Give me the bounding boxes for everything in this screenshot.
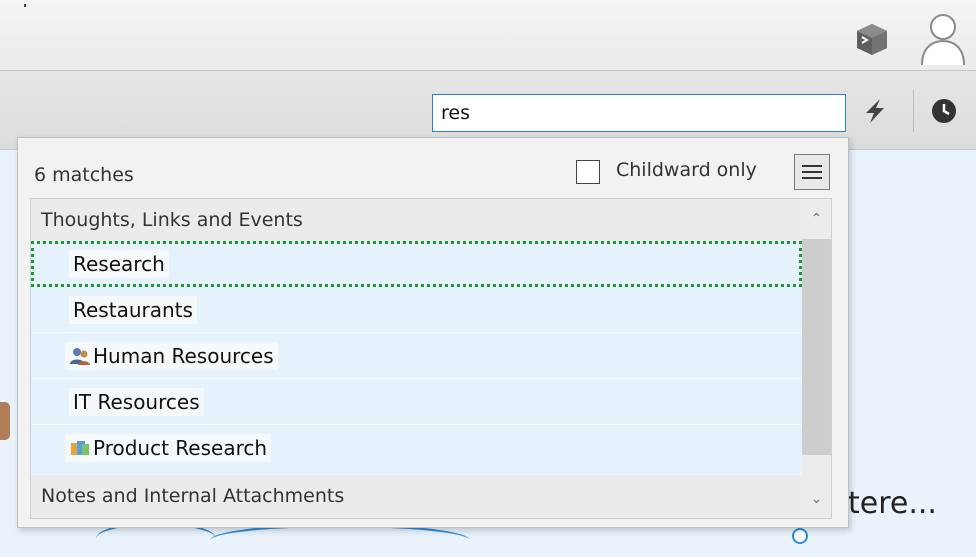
background-link-line <box>210 524 470 557</box>
cube-icon[interactable] <box>855 22 889 56</box>
result-item-human-resources[interactable]: Human Resources <box>31 333 802 379</box>
top-bar <box>0 0 976 71</box>
result-item-restaurants[interactable]: Restaurants <box>31 287 802 333</box>
hamburger-icon <box>802 165 822 167</box>
people-icon <box>70 348 90 365</box>
product-icon <box>71 441 89 455</box>
scroll-down-chevron-icon[interactable]: ⌄ <box>802 485 831 513</box>
result-item-label-wrap: Restaurants <box>69 296 197 324</box>
background-thumbnail <box>0 402 10 440</box>
decorative-mark <box>24 4 26 7</box>
childward-only-label[interactable]: Childward only <box>616 159 757 181</box>
background-thought-label[interactable]: tere... <box>848 486 937 521</box>
result-item-label: IT Resources <box>73 390 200 414</box>
group-header-thoughts: Thoughts, Links and Events <box>31 199 802 241</box>
result-item-it-resources[interactable]: IT Resources <box>31 379 802 425</box>
result-item-label-wrap: IT Resources <box>69 388 204 416</box>
results-scrollbar[interactable]: ⌃ ⌄ <box>802 199 831 518</box>
result-item-research[interactable]: Research <box>31 241 802 287</box>
search-results-dropdown: 6 matches Childward only Thoughts, Links… <box>17 137 849 528</box>
group-header-notes: Notes and Internal Attachments <box>31 475 802 518</box>
search-input[interactable] <box>432 94 846 132</box>
childward-only-checkbox[interactable] <box>576 160 600 184</box>
results-list: Thoughts, Links and Events Research Rest… <box>30 198 832 519</box>
result-item-label: Restaurants <box>73 298 193 322</box>
result-item-product-research[interactable]: Product Research <box>31 425 802 475</box>
user-icon[interactable] <box>918 10 968 66</box>
toolbar-divider <box>913 90 914 132</box>
clock-icon[interactable] <box>929 96 959 126</box>
result-item-label: Product Research <box>93 436 268 460</box>
results-menu-button[interactable] <box>794 154 830 190</box>
result-item-label: Human Resources <box>93 344 274 368</box>
scroll-up-chevron-icon[interactable]: ⌃ <box>802 205 831 233</box>
bolt-icon[interactable] <box>860 96 890 126</box>
result-item-label-wrap: Human Resources <box>65 342 278 370</box>
match-count: 6 matches <box>34 164 134 186</box>
scroll-thumb[interactable] <box>802 239 831 455</box>
hamburger-icon-line <box>802 171 822 173</box>
result-item-label-wrap: Research <box>69 250 169 278</box>
background-link-node[interactable] <box>792 528 808 544</box>
hamburger-icon-line <box>802 177 822 179</box>
result-item-label-wrap: Product Research <box>65 434 272 462</box>
result-item-label: Research <box>73 252 165 276</box>
